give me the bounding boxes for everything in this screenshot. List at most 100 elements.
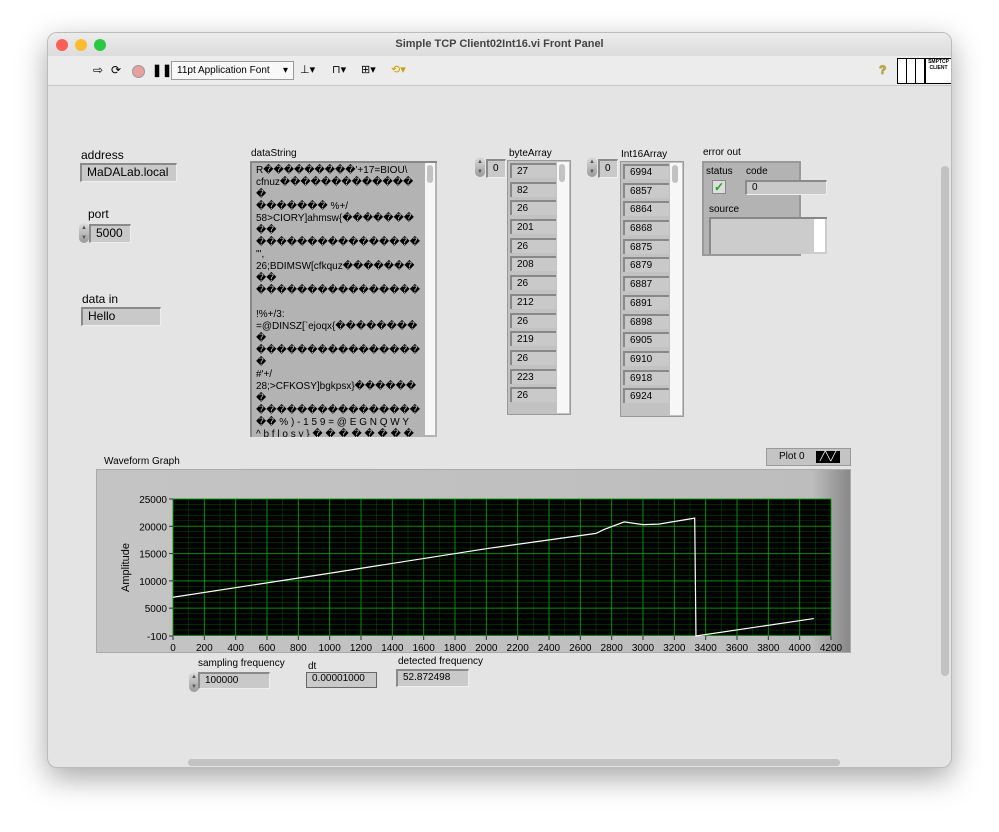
data-in-label: data in [82,292,119,306]
datastring-line: ���������������� [256,405,421,416]
datastring-line: 58>CIORY]ahmsw{��������� [256,213,415,236]
sampling-frequency-field[interactable]: 100000 [198,672,270,689]
array-element: 6879 [623,257,669,273]
datastring-line: =@DINSZ[`ejoqx{��������� [256,321,418,344]
x-tick-label: 0 [170,643,176,654]
legend-label: Plot 0 [779,451,805,462]
array-element: 201 [510,219,556,235]
x-tick-label: 3200 [663,643,686,654]
code-label: code [746,166,768,177]
font-label: 11pt Application Font [177,65,270,76]
bytearray-index[interactable]: 0 [486,159,506,178]
array-element: 6868 [623,220,669,236]
array-element: 6905 [623,332,669,348]
array-element: 6864 [623,201,669,217]
status-label: status [706,166,733,177]
port-stepper[interactable]: ▲ ▼ [79,223,89,243]
resize-objects-icon[interactable]: ⊞▾ [361,63,376,76]
run-arrow-icon[interactable]: ⇨ [93,63,103,77]
address-label: address [81,148,124,162]
source-label: source [709,204,740,215]
title-bar: Simple TCP Client02Int16.vi Front Panel [48,33,951,56]
connector-pane-icon[interactable] [897,58,925,84]
array-element: 6891 [623,294,669,310]
array-element: 26 [510,312,556,328]
x-tick-label: 3800 [757,643,780,654]
waveform-chart: 0 200 400 600 800 1000 1200 1400 1600 1800 2000 220… [120,495,843,668]
datastring-line: R���������'+17=BIOU\ [256,165,408,176]
datastring-line: ���������������� [256,345,421,356]
datastring-line: 26;BDIMSW[cfkquz��������� [256,261,415,284]
datastring-line: cfnuz�������������� [256,177,414,200]
int16array-scrollbar[interactable] [670,163,682,415]
scroll-thumb[interactable] [672,165,678,183]
abort-icon[interactable] [132,65,145,78]
array-element: 212 [510,293,556,309]
source-field [709,217,827,254]
minimize-button[interactable] [75,39,87,51]
int16array-index-stepper[interactable]: ▲ ▼ [587,157,597,177]
scroll-thumb[interactable] [427,165,433,183]
datastring-line: ���������������� [256,285,421,296]
run-continuously-icon[interactable]: ⟳ [111,63,121,77]
datastring-line: ���������������� [256,237,421,248]
datastring-line: "', [256,249,265,260]
zoom-button[interactable] [94,39,106,51]
x-tick-label: 4000 [789,643,812,654]
array-element: 26 [510,275,556,291]
array-element: 6898 [623,313,669,329]
y-tick-label: 20000 [139,522,167,533]
array-element: 6875 [623,238,669,254]
horizontal-scrollbar[interactable] [188,759,840,766]
x-tick-label: 1400 [381,643,404,654]
x-tick-label: 200 [196,643,213,654]
source-scrollbar[interactable] [814,219,825,252]
array-element: 208 [510,256,556,272]
datastring-line: �� % ) - 1 5 9 = @ E G N Q W Y [256,417,410,428]
array-element: 219 [510,331,556,347]
int16array-label: Int16Array [621,149,668,160]
pause-icon[interactable]: ❚❚ [152,63,172,77]
bytearray-index-stepper[interactable]: ▲ ▼ [475,157,485,177]
datastring-line: ^ b f l o s y } � � � � � � � � � [256,429,414,437]
x-tick-label: 3000 [632,643,655,654]
datastring-line: 28;>CFKOSY]bgkpsx}������� [256,381,417,404]
y-tick-label: 5000 [145,604,168,615]
y-tick-label: 25000 [139,495,167,506]
array-element: 6887 [623,276,669,292]
array-element: 6918 [623,369,669,385]
x-tick-label: 1200 [350,643,373,654]
address-field[interactable]: MaDALab.local [80,163,177,182]
close-button[interactable] [56,39,68,51]
x-tick-label: 3600 [726,643,749,654]
int16array-index[interactable]: 0 [598,159,618,178]
font-selector[interactable]: 11pt Application Font ▾ [171,61,294,80]
datastring-line: #'+/ [256,369,273,380]
sampling-frequency-label: sampling frequency [198,658,285,669]
plot-legend[interactable]: Plot 0 ╱╲╱ [766,448,851,466]
vi-icon-text: SMPTCP CLIENT [928,59,949,71]
vi-icon[interactable]: SMPTCP CLIENT [925,58,951,84]
x-tick-label: 2400 [538,643,561,654]
status-check-icon: ✓ [712,180,726,194]
vertical-scrollbar[interactable] [941,166,949,676]
bytearray-label: byteArray [509,148,552,159]
datastring-scrollbar[interactable] [425,163,435,435]
reorder-icon[interactable]: ⟲▾ [391,63,406,76]
bytearray-scrollbar[interactable] [557,162,569,413]
toolbar: ⇨ ⟳ ❚❚ 11pt Application Font ▾ ⊥▾ ⊓▾ ⊞▾ ⟲… [48,56,951,86]
dt-label: dt [308,661,317,672]
help-icon[interactable]: ? [879,63,886,77]
datastring-line: � [256,357,267,368]
array-element: 26 [510,200,556,216]
port-label: port [88,207,109,221]
distribute-objects-icon[interactable]: ⊓▾ [332,63,346,76]
datastring-indicator: R���������'+17=BIOU\ cfnuz�������������� �… [250,161,437,437]
detected-frequency-field: 52.872498 [396,669,469,687]
error-out-cluster: status ✓ code 0 source [702,161,827,256]
align-objects-icon[interactable]: ⊥▾ [300,63,315,76]
scroll-thumb[interactable] [559,164,565,182]
data-in-field[interactable]: Hello [81,307,161,326]
port-field[interactable]: 5000 [89,224,131,243]
x-tick-label: 3400 [695,643,718,654]
